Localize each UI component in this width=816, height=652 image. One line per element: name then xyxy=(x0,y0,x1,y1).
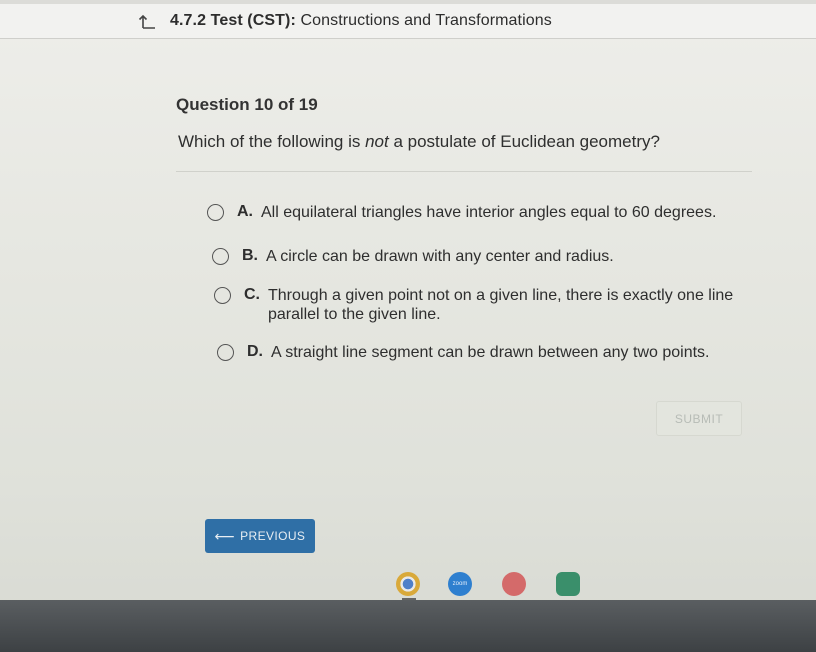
radio-button-b[interactable] xyxy=(212,248,229,265)
question-text-after: a postulate of Euclidean geometry? xyxy=(388,132,660,151)
radio-button-a[interactable] xyxy=(207,204,224,221)
answer-option-a[interactable]: A. All equilateral triangles have interi… xyxy=(207,203,716,222)
question-text: Which of the following is not a postulat… xyxy=(178,132,660,152)
option-text-a: All equilateral triangles have interior … xyxy=(261,204,717,221)
captions-app-icon[interactable] xyxy=(556,572,580,596)
page-title: 4.7.2 Test (CST): Constructions and Tran… xyxy=(170,12,552,30)
previous-button[interactable]: ⟵ PREVIOUS xyxy=(205,519,315,553)
chrome-icon[interactable] xyxy=(396,572,420,596)
answer-option-d[interactable]: D. A straight line segment can be drawn … xyxy=(217,343,709,362)
game-app-icon[interactable] xyxy=(502,572,526,596)
option-text-b: A circle can be drawn with any center an… xyxy=(266,248,614,265)
test-type: Test (CST): xyxy=(210,12,296,29)
test-title: Constructions and Transformations xyxy=(300,12,552,29)
option-letter-a: A. xyxy=(237,203,253,220)
question-number: Question 10 of 19 xyxy=(176,95,318,114)
header-top-strip xyxy=(0,0,816,4)
app-header: 4.7.2 Test (CST): Constructions and Tran… xyxy=(0,0,816,39)
previous-button-label: PREVIOUS xyxy=(240,529,306,543)
submit-button[interactable]: SUBMIT xyxy=(656,401,742,436)
back-arrow-icon[interactable] xyxy=(138,13,156,31)
option-letter-c: C. xyxy=(244,286,260,303)
radio-button-c[interactable] xyxy=(214,287,231,304)
question-text-before: Which of the following is xyxy=(178,132,366,151)
monitor-bezel xyxy=(0,600,816,652)
question-text-emphasis: not xyxy=(365,132,389,151)
radio-button-d[interactable] xyxy=(217,344,234,361)
left-arrow-icon: ⟵ xyxy=(214,527,236,544)
section-number: 4.7.2 xyxy=(170,12,207,29)
question-divider xyxy=(176,171,752,172)
zoom-icon-label: zoom xyxy=(452,581,468,587)
answer-option-b[interactable]: B. A circle can be drawn with any center… xyxy=(212,247,614,266)
option-text-c: Through a given point not on a given lin… xyxy=(268,287,734,323)
answer-option-c[interactable]: C. Through a given point not on a given … xyxy=(214,286,744,324)
option-letter-b: B. xyxy=(242,247,258,264)
option-letter-d: D. xyxy=(247,343,263,360)
option-text-d: A straight line segment can be drawn bet… xyxy=(271,344,710,361)
zoom-app-icon[interactable]: zoom xyxy=(448,572,472,596)
